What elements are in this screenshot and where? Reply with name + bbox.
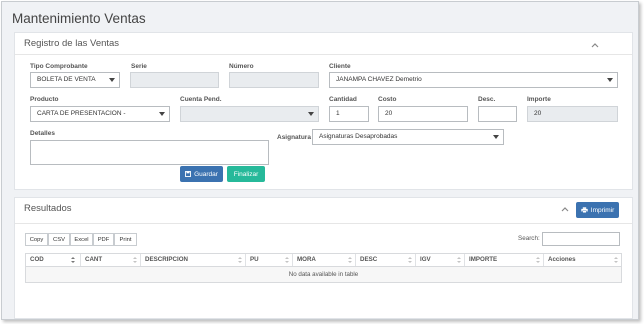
cantidad-label: Cantidad [329, 96, 357, 103]
sort-icon [133, 257, 137, 263]
column-label: COD [30, 256, 44, 263]
window-frame: Mantenimiento Ventas Registro de las Ven… [1, 1, 639, 320]
producto-value: CARTA DE PRESENTACION - [37, 110, 126, 117]
column-header-acciones[interactable]: Acciones [544, 254, 621, 266]
registro-panel-title: Registro de las Ventas [24, 38, 120, 49]
importe-field[interactable]: 20 [527, 106, 618, 122]
imprimir-label: Imprimir [590, 206, 615, 214]
numero-label: Número [229, 63, 254, 70]
resultados-panel: Resultados Imprimir Copy CSV Excel PDF P… [14, 197, 633, 319]
imprimir-button[interactable]: Imprimir [576, 202, 619, 218]
column-label: DESCRIPCION [145, 256, 188, 263]
sort-icon [408, 257, 412, 263]
finalizar-button[interactable]: Finalizar [227, 166, 265, 182]
sort-icon [457, 257, 461, 263]
column-header-desc[interactable]: DESC [356, 254, 416, 266]
cliente-label: Cliente [329, 63, 351, 70]
cuenta-pend-label: Cuenta Pend. [180, 96, 222, 103]
desc-input[interactable] [478, 106, 517, 122]
serie-field[interactable] [130, 72, 219, 88]
sort-icon [285, 257, 289, 263]
save-icon [185, 171, 192, 177]
asignatura-select[interactable]: Asignaturas Desaprobadas [312, 129, 504, 145]
column-label: IMPORTE [469, 256, 498, 263]
sort-icon [238, 257, 242, 263]
desc-label: Desc. [478, 96, 496, 103]
cantidad-input[interactable]: 1 [329, 106, 369, 122]
column-label: PU [250, 256, 259, 263]
importe-value: 20 [534, 110, 542, 117]
column-label: CANT [85, 256, 103, 263]
sort-icon [614, 257, 618, 263]
cliente-value: JANAMPA CHAVEZ Demetrio [336, 76, 422, 83]
sort-icon [348, 257, 352, 263]
detalles-textarea[interactable] [30, 140, 269, 165]
table-header: COD CANT DESCRIPCION PU MORA DESC IGV IM… [25, 253, 622, 267]
cantidad-value: 1 [336, 110, 340, 117]
column-label: Acciones [548, 256, 576, 263]
sort-icon [536, 257, 540, 263]
print-icon [581, 207, 588, 213]
costo-label: Costo [378, 96, 397, 103]
asignatura-label: Asignatura [277, 134, 311, 141]
column-label: DESC [360, 256, 378, 263]
copy-button[interactable]: Copy [25, 233, 48, 246]
cuenta-pend-select[interactable] [180, 106, 319, 122]
pdf-button[interactable]: PDF [93, 233, 114, 246]
sort-icon [71, 257, 77, 263]
registro-panel: Registro de las Ventas Tipo Comprobante … [14, 32, 633, 190]
importe-label: Importe [527, 96, 551, 103]
asignatura-value: Asignaturas Desaprobadas [319, 133, 398, 140]
divider [15, 54, 632, 55]
producto-select[interactable]: CARTA DE PRESENTACION - [30, 106, 170, 122]
serie-label: Serie [131, 63, 147, 70]
chevron-down-icon [159, 112, 165, 116]
column-header-igv[interactable]: IGV [416, 254, 465, 266]
column-label: IGV [420, 256, 431, 263]
numero-field[interactable] [229, 72, 319, 88]
costo-input[interactable]: 20 [378, 106, 468, 122]
chevron-up-icon[interactable] [590, 40, 600, 50]
column-header-mora[interactable]: MORA [293, 254, 356, 266]
csv-button[interactable]: CSV [48, 233, 70, 246]
chevron-down-icon [109, 78, 115, 82]
detalles-label: Detalles [30, 130, 55, 137]
resultados-panel-title: Resultados [24, 203, 72, 214]
excel-button[interactable]: Excel [70, 233, 93, 246]
table-empty-message: No data available in table [25, 267, 622, 283]
search-label: Search: [518, 235, 540, 242]
column-label: MORA [297, 256, 316, 263]
tipo-comprobante-label: Tipo Comprobante [30, 63, 88, 70]
costo-value: 20 [385, 110, 393, 117]
tipo-comprobante-select[interactable]: BOLETA DE VENTA [30, 72, 120, 88]
search-input[interactable] [542, 232, 620, 246]
finalizar-label: Finalizar [233, 170, 259, 178]
chevron-up-icon[interactable] [560, 204, 570, 214]
producto-label: Producto [30, 96, 59, 103]
guardar-label: Guardar [194, 170, 218, 178]
chevron-down-icon [493, 135, 499, 139]
column-header-pu[interactable]: PU [246, 254, 293, 266]
chevron-down-icon [607, 78, 613, 82]
column-header-descripcion[interactable]: DESCRIPCION [141, 254, 246, 266]
chevron-down-icon [308, 112, 314, 116]
divider [15, 223, 632, 224]
page-title: Mantenimiento Ventas [12, 11, 146, 26]
tipo-comprobante-value: BOLETA DE VENTA [37, 76, 96, 83]
print-button[interactable]: Print [114, 233, 137, 246]
cliente-select[interactable]: JANAMPA CHAVEZ Demetrio [329, 72, 618, 88]
column-header-importe[interactable]: IMPORTE [465, 254, 544, 266]
column-header-cod[interactable]: COD [26, 254, 81, 266]
column-header-cant[interactable]: CANT [81, 254, 141, 266]
guardar-button[interactable]: Guardar [180, 166, 223, 182]
